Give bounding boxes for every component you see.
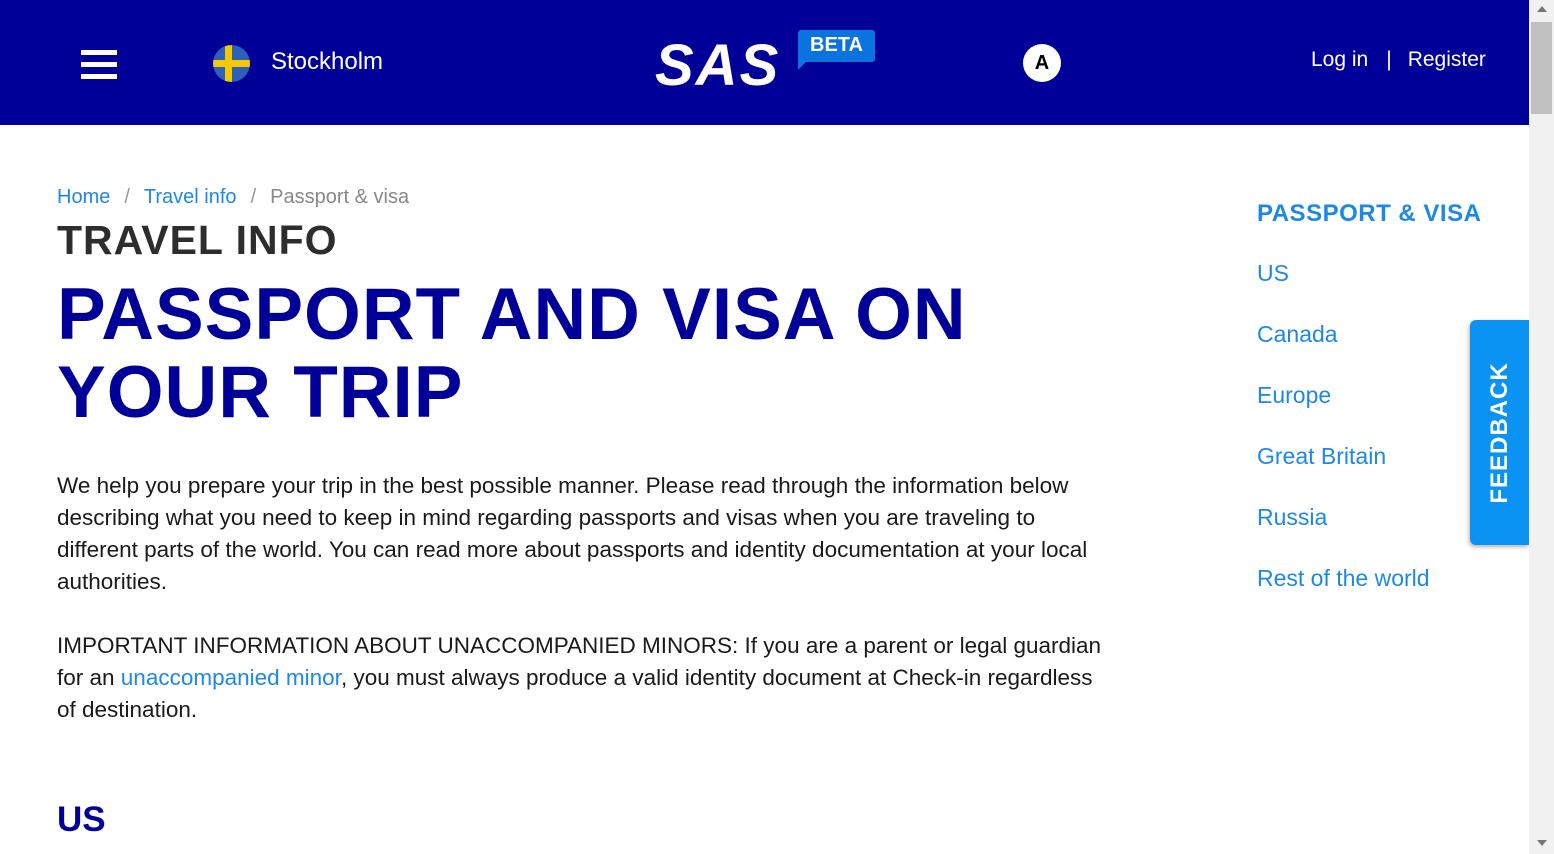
minors-notice: IMPORTANT INFORMATION ABOUT UNACCOMPANIE… bbox=[57, 630, 1107, 726]
toc-item-rest-of-world[interactable]: Rest of the world bbox=[1257, 565, 1481, 626]
breadcrumb-current: Passport & visa bbox=[270, 186, 410, 208]
breadcrumb-separator: / bbox=[250, 186, 257, 208]
intro-paragraph: We help you prepare your trip in the bes… bbox=[57, 473, 1088, 594]
breadcrumb-separator: / bbox=[124, 186, 130, 208]
unaccompanied-minor-link[interactable]: unaccompanied minor bbox=[121, 665, 341, 690]
breadcrumb-travel-info[interactable]: Travel info bbox=[144, 186, 237, 208]
toc-title: PASSPORT & VISA bbox=[1257, 200, 1482, 227]
toc-item-europe[interactable]: Europe bbox=[1257, 382, 1481, 443]
beta-badge-tail bbox=[798, 60, 808, 70]
site-header: Stockholm SAS BETA A Log in | Register bbox=[0, 0, 1529, 125]
accessibility-button[interactable]: A bbox=[1023, 44, 1061, 82]
vertical-scrollbar[interactable] bbox=[1529, 0, 1554, 854]
login-link[interactable]: Log in bbox=[1311, 48, 1368, 71]
auth-links: Log in | Register bbox=[1311, 48, 1486, 72]
feedback-label: FEEDBACK bbox=[1485, 361, 1513, 504]
scrollbar-thumb[interactable] bbox=[1531, 22, 1552, 114]
sas-logo[interactable]: SAS BETA bbox=[655, 30, 895, 100]
page-title: PASSPORT AND VISA ON YOUR TRIP bbox=[57, 274, 967, 433]
sweden-flag-icon[interactable] bbox=[213, 45, 250, 82]
beta-badge: BETA bbox=[798, 30, 875, 62]
toc-item-russia[interactable]: Russia bbox=[1257, 504, 1481, 565]
section-kicker: TRAVEL INFO bbox=[57, 217, 338, 263]
scroll-up-arrow-icon[interactable] bbox=[1537, 6, 1547, 12]
auth-separator: | bbox=[1386, 48, 1392, 71]
section-heading-us: US bbox=[57, 800, 106, 839]
breadcrumb-home[interactable]: Home bbox=[57, 186, 110, 208]
toc-item-us[interactable]: US bbox=[1257, 260, 1481, 321]
register-link[interactable]: Register bbox=[1408, 48, 1486, 71]
scroll-down-arrow-icon[interactable] bbox=[1537, 840, 1547, 846]
toc-item-great-britain[interactable]: Great Britain bbox=[1257, 443, 1481, 504]
table-of-contents: PASSPORT & VISA US Canada Europe Great B… bbox=[1257, 200, 1481, 626]
toc-item-canada[interactable]: Canada bbox=[1257, 321, 1481, 382]
menu-icon[interactable] bbox=[81, 50, 117, 80]
feedback-tab[interactable]: FEEDBACK bbox=[1470, 320, 1529, 545]
breadcrumb: Home / Travel info / Passport & visa bbox=[57, 186, 409, 209]
logo-text: SAS bbox=[655, 33, 781, 98]
location-selector[interactable]: Stockholm bbox=[271, 48, 383, 76]
